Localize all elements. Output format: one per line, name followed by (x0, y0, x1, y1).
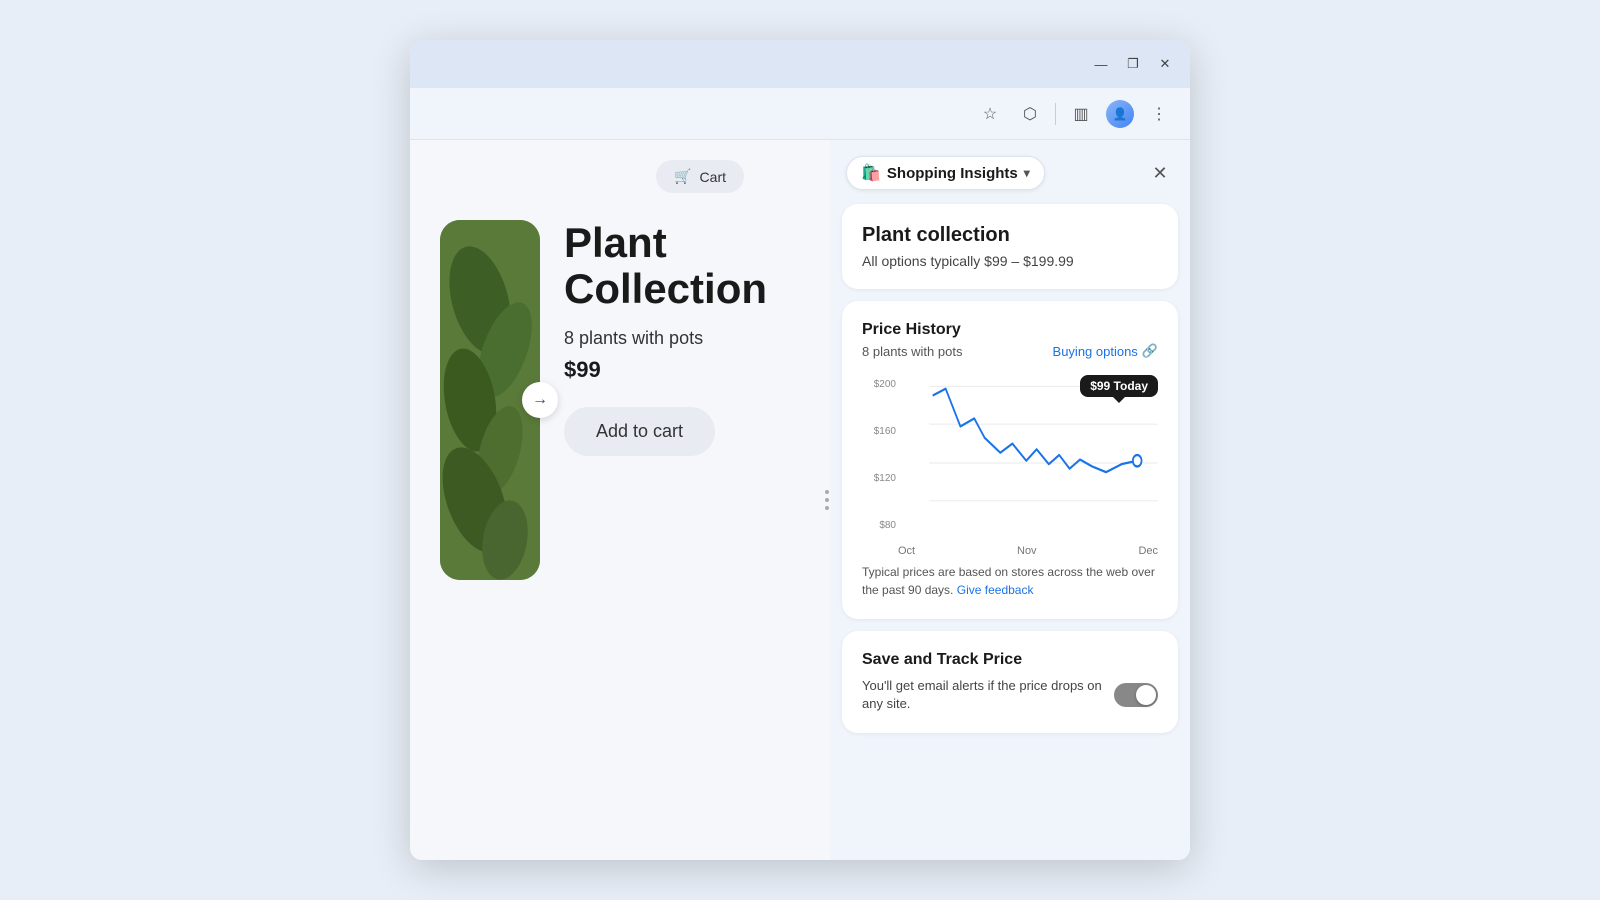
save-track-desc: You'll get email alerts if the price dro… (862, 677, 1102, 713)
toggle-knob (1136, 685, 1156, 705)
insights-product-name: Plant collection (862, 224, 1158, 247)
product-price: $99 (564, 357, 800, 383)
browser-toolbar: ☆ ⬡ ▥ 👤 ⋮ (410, 88, 1190, 140)
price-history-subtitle: 8 plants with pots (862, 344, 962, 359)
close-button[interactable]: ✕ (1156, 55, 1174, 73)
cart-label: Cart (700, 169, 726, 185)
price-range-text: All options typically $99 – $199.99 (862, 253, 1158, 269)
feedback-text: Typical prices are based on stores acros… (862, 563, 1158, 599)
price-history-card: Price History 8 plants with pots Buying … (842, 301, 1178, 619)
product-subtitle: 8 plants with pots (564, 328, 800, 349)
buying-options-label: Buying options (1053, 344, 1138, 359)
cart-button[interactable]: 🛒 Cart (656, 160, 744, 193)
insights-header: 🛍️ Shopping Insights ▾ ✕ (842, 156, 1178, 190)
external-link-icon: 🔗 (1142, 343, 1158, 359)
insights-title-row: 🛍️ Shopping Insights ▾ (846, 156, 1045, 190)
save-track-row: You'll get email alerts if the price dro… (862, 677, 1158, 713)
save-track-title: Save and Track Price (862, 651, 1158, 669)
avatar[interactable]: 👤 (1106, 100, 1134, 128)
sidebar-icon[interactable]: ▥ (1066, 99, 1096, 129)
chart-x-labels: Oct Nov Dec (862, 545, 1158, 557)
product-name-card: Plant collection All options typically $… (842, 204, 1178, 289)
price-history-title: Price History (862, 321, 1158, 339)
insights-panel-title: Shopping Insights (887, 165, 1018, 182)
titlebar: — ❐ ✕ (410, 40, 1190, 88)
price-chart: $99 Today $200 $160 $120 $80 (862, 375, 1158, 535)
insights-title-button[interactable]: 🛍️ Shopping Insights ▾ (846, 156, 1045, 190)
save-track-card: Save and Track Price You'll get email al… (842, 631, 1178, 733)
maximize-button[interactable]: ❐ (1124, 55, 1142, 73)
product-info: Plant Collection 8 plants with pots $99 … (564, 220, 800, 456)
bag-icon: 🛍️ (861, 163, 881, 183)
y-axis-labels: $200 $160 $120 $80 (862, 375, 896, 535)
minimize-button[interactable]: — (1092, 55, 1110, 73)
bookmark-icon[interactable]: ☆ (975, 99, 1005, 129)
product-next-button[interactable]: → (522, 382, 558, 418)
give-feedback-link[interactable]: Give feedback (957, 583, 1034, 597)
browser-window: — ❐ ✕ ☆ ⬡ ▥ 👤 ⋮ 🛒 Cart (410, 40, 1190, 860)
toolbar-separator (1055, 103, 1056, 125)
product-area: 🛒 Cart (410, 140, 824, 860)
product-title: Plant Collection (564, 220, 800, 312)
insights-close-button[interactable]: ✕ (1146, 159, 1174, 187)
insights-panel: 🛍️ Shopping Insights ▾ ✕ Plant collectio… (830, 140, 1190, 860)
product-card: → Plant Collection 8 plants with pots $9… (440, 220, 800, 580)
cart-icon: 🛒 (674, 168, 691, 185)
extensions-icon[interactable]: ⬡ (1015, 99, 1045, 129)
chevron-down-icon: ▾ (1024, 166, 1030, 180)
page-content: 🛒 Cart (410, 140, 1190, 860)
menu-icon[interactable]: ⋮ (1144, 99, 1174, 129)
buying-options-link[interactable]: Buying options 🔗 (1053, 343, 1158, 359)
price-track-toggle[interactable] (1114, 683, 1158, 707)
chart-tooltip: $99 Today (1080, 375, 1158, 397)
add-to-cart-button[interactable]: Add to cart (564, 407, 715, 456)
price-history-subtitle-row: 8 plants with pots Buying options 🔗 (862, 343, 1158, 359)
